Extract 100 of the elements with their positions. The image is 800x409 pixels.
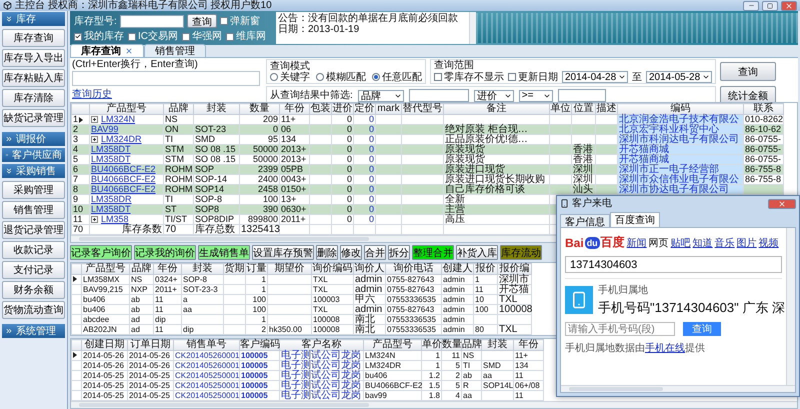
caret-icon <box>702 73 710 81</box>
column-header: 货期 <box>224 264 246 274</box>
tab[interactable]: 客户信息 <box>560 214 610 227</box>
column-header: 单价 <box>422 340 442 350</box>
source-link[interactable]: 手机在线 <box>645 343 685 354</box>
action-button[interactable]: 拆分 <box>388 245 410 260</box>
history-link[interactable]: 查询历史 <box>72 87 260 101</box>
row-number: 10 <box>73 205 84 214</box>
close-icon[interactable] <box>125 47 133 55</box>
expand-icon[interactable] <box>91 136 98 144</box>
caret-icon <box>618 73 626 81</box>
checkbox[interactable] <box>226 32 234 40</box>
vertical-scrollbar[interactable] <box>786 228 795 385</box>
table-cell: AB202JN <box>82 324 130 334</box>
checkbox[interactable] <box>128 32 136 40</box>
sidebar-button[interactable]: 销售管理 <box>2 201 65 219</box>
search-button[interactable]: 查询 <box>186 14 217 28</box>
sidebar-section-header[interactable]: 系统管理 <box>2 324 65 338</box>
sidebar-section-header[interactable]: 库存 <box>2 12 65 26</box>
radio-button[interactable] <box>316 73 324 81</box>
table-cell: 2 <box>246 324 268 334</box>
column-header: 品牌 <box>164 104 194 114</box>
action-button[interactable]: 生成销售单 <box>198 245 250 260</box>
sidebar-button[interactable]: 退货记录管理 <box>2 221 65 239</box>
filter-input-field[interactable] <box>408 89 469 102</box>
action-button[interactable]: 删除 <box>316 245 338 260</box>
nav-link[interactable]: 知道 <box>692 236 713 250</box>
tab[interactable]: 库存查询 <box>70 44 144 57</box>
phone-input-field[interactable]: 请输入手机号码(段) <box>565 322 675 336</box>
maximize-button[interactable] <box>762 0 778 10</box>
sidebar-button[interactable]: 库存导入导出 <box>2 49 65 67</box>
field-label: 库存型号: <box>74 16 117 26</box>
expand-icon[interactable] <box>91 116 98 124</box>
column-header: 数量 <box>442 340 462 350</box>
column-header: 替代型号 <box>402 104 444 114</box>
date-dropdown[interactable]: 2014-05-28 <box>646 71 712 83</box>
search-field[interactable]: 13714304603 <box>565 256 782 273</box>
sidebar-button[interactable]: 收款记录 <box>2 241 65 259</box>
checkbox[interactable] <box>434 73 442 81</box>
nav-link[interactable]: 视频 <box>758 236 779 250</box>
sidebar-section-header[interactable]: 客户供应商 <box>2 148 65 162</box>
vertical-scrollbar[interactable] <box>469 12 476 44</box>
horizontal-scrollbar[interactable] <box>561 385 795 392</box>
date-dropdown[interactable]: 2014-04-28 <box>562 71 628 83</box>
nav-link[interactable]: 图片 <box>736 236 757 250</box>
table-cell: 深圳市众信伟业电子有限公 <box>618 174 744 184</box>
nav-link[interactable]: 贴吧 <box>670 236 691 250</box>
sidebar-button[interactable]: 库存查询 <box>2 29 65 47</box>
nav-link[interactable]: 网页 <box>648 236 669 250</box>
action-button[interactable]: 记录客户询价 <box>70 245 132 260</box>
close-button[interactable] <box>781 0 797 10</box>
action-button[interactable]: 合并 <box>364 245 386 260</box>
price-dropdown[interactable]: 进价 <box>474 90 514 102</box>
checkbox[interactable] <box>182 32 190 40</box>
column-header: 年份 <box>514 340 544 350</box>
close-button[interactable] <box>768 198 796 208</box>
checkbox[interactable] <box>74 32 82 40</box>
sidebar-section-header[interactable]: 采购销售 <box>2 164 65 178</box>
field-dropdown[interactable]: 品牌 <box>358 90 404 102</box>
operator-dropdown[interactable]: >= <box>518 90 553 102</box>
column-header: 备注 <box>444 104 550 114</box>
sidebar-button[interactable]: 库存粘贴入库 <box>2 69 65 87</box>
expand-icon[interactable] <box>91 216 98 224</box>
radio-button[interactable] <box>270 73 278 81</box>
lookup-button[interactable]: 查询 <box>683 322 721 336</box>
column-header: 客户编码 <box>240 340 280 350</box>
checkbox[interactable] <box>508 73 516 81</box>
checkbox-label: 更新日期 <box>518 72 558 82</box>
model-input-field[interactable] <box>120 14 184 28</box>
sidebar-button[interactable]: 货物流动查询 <box>2 301 65 319</box>
action-button[interactable]: 修改 <box>340 245 362 260</box>
action-button[interactable]: 库存流动 <box>500 245 542 260</box>
nav-link[interactable]: 音乐 <box>714 236 735 250</box>
checkbox-label: 维库网 <box>236 31 266 42</box>
nav-link[interactable]: 新闻 <box>626 236 647 250</box>
tab[interactable]: 百度查询 <box>610 212 660 227</box>
radio-label: 关键字 <box>280 72 310 82</box>
horizontal-scrollbar[interactable] <box>71 401 797 408</box>
tab[interactable]: 销售管理 <box>144 44 206 57</box>
sidebar-button[interactable]: 财务余额 <box>2 281 65 299</box>
sidebar-section-header[interactable]: 调报价 <box>2 132 65 146</box>
check-icon <box>75 33 81 40</box>
column-header: 报价 <box>474 264 498 274</box>
sidebar-button[interactable]: 采购管理 <box>2 181 65 199</box>
sidebar-button[interactable]: 支付记录 <box>2 261 65 279</box>
logo-text: Bai <box>565 236 584 250</box>
sidebar-button[interactable]: 库存清除 <box>2 89 65 107</box>
sum-button[interactable]: 统计金额 <box>720 86 776 102</box>
sidebar-button[interactable]: 缺货记录管理 <box>2 109 65 127</box>
notice-text: 公告：没有回款的单据在月底前必须回款 <box>278 13 459 24</box>
value-input-field[interactable] <box>558 89 606 102</box>
action-button[interactable]: 设置库存预警 <box>252 245 314 260</box>
action-button[interactable]: 补货入库 <box>456 245 498 260</box>
query-button[interactable]: 查询 <box>720 62 776 81</box>
checkbox[interactable] <box>220 17 228 25</box>
action-button[interactable]: 记录我的询价 <box>134 245 196 260</box>
action-button[interactable]: 整理合并 <box>412 245 454 260</box>
column-header: 询价编码 <box>312 264 354 274</box>
checkbox-label: 我的库存 <box>84 31 124 42</box>
radio-button[interactable] <box>372 73 380 81</box>
